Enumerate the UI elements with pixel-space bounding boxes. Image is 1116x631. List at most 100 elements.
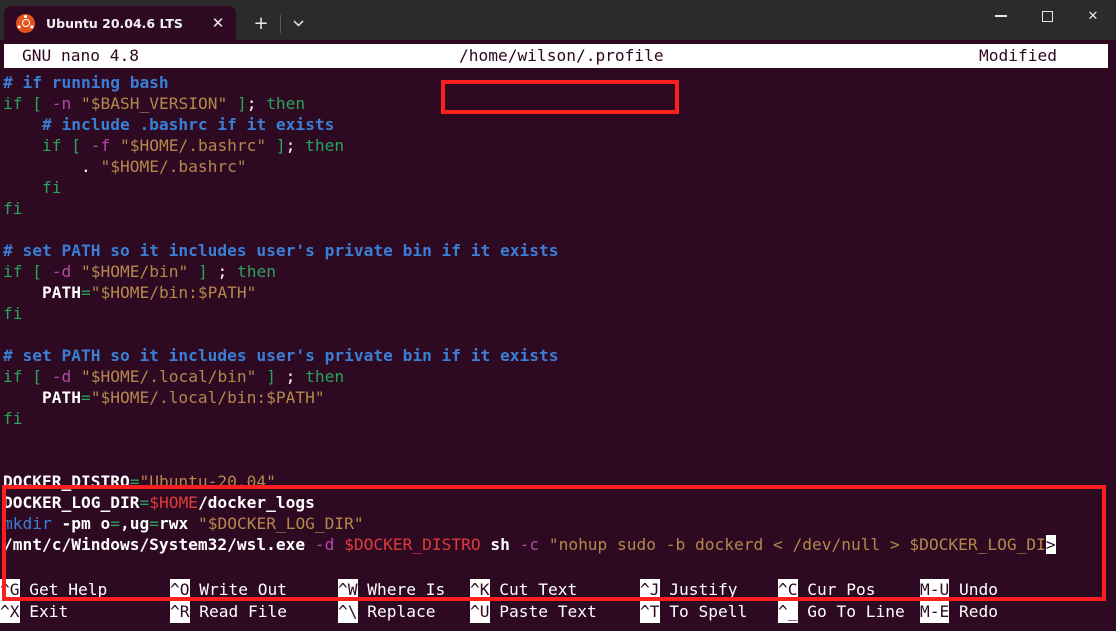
- shortcut-key: ^W: [338, 579, 358, 601]
- shortcut-item[interactable]: ^\ Replace: [338, 601, 435, 623]
- code-token: [: [32, 94, 42, 113]
- code-token: -n: [52, 94, 72, 113]
- editor-line: DOCKER_LOG_DIR=$HOME/docker_logs: [0, 492, 1116, 513]
- minimize-button[interactable]: [978, 0, 1024, 32]
- code-token: then: [266, 94, 305, 113]
- chevron-down-icon[interactable]: [285, 8, 311, 38]
- code-token: [110, 136, 120, 155]
- code-token: fi: [3, 304, 23, 323]
- code-token: o: [100, 514, 110, 533]
- shortcut-key: ^O: [170, 579, 190, 601]
- code-token: -d: [52, 262, 72, 281]
- code-token: [42, 367, 52, 386]
- editor-line: fi: [0, 198, 1116, 219]
- shortcut-key: M-E: [920, 601, 949, 623]
- code-token: [188, 262, 198, 281]
- code-token: .: [81, 157, 91, 176]
- code-token: =: [139, 493, 149, 512]
- code-token: [539, 535, 549, 554]
- shortcut-item[interactable]: ^O Write Out: [170, 579, 287, 601]
- code-token: -d: [315, 535, 335, 554]
- code-token: if: [3, 367, 23, 386]
- shortcut-item[interactable]: ^_ Go To Line: [778, 601, 905, 623]
- code-token: PATH: [42, 388, 81, 407]
- code-token: [3, 157, 81, 176]
- shortcut-item[interactable]: M-E Redo: [920, 601, 998, 623]
- editor-line: . "$HOME/.bashrc": [0, 156, 1116, 177]
- code-token: [71, 262, 81, 281]
- code-token: # include .bashrc if it exists: [3, 115, 334, 134]
- code-token: [3, 283, 42, 302]
- code-token: sh: [490, 535, 510, 554]
- code-token: [23, 262, 33, 281]
- code-token: [: [71, 136, 81, 155]
- window-controls: ✕: [978, 0, 1116, 40]
- shortcut-key: ^\: [338, 601, 358, 623]
- window-titlebar: Ubuntu 20.04.6 LTS ✕ + ✕: [0, 0, 1116, 40]
- editor-line: # set PATH so it includes user's private…: [0, 345, 1116, 366]
- code-token: ;: [208, 262, 237, 281]
- shortcut-item[interactable]: ^U Paste Text: [470, 601, 597, 623]
- code-token: -c: [520, 535, 540, 554]
- shortcut-label: Replace: [358, 601, 436, 623]
- shortcut-row-2: ^X Exit ^R Read File ^\ Replace ^U Paste Te…: [0, 601, 1116, 623]
- code-token: /mnt/c/Windows/System32/wsl.exe: [3, 535, 305, 554]
- code-token: then: [305, 136, 344, 155]
- code-token: "$BASH_VERSION": [81, 94, 227, 113]
- shortcut-item[interactable]: ^G Get Help: [0, 579, 107, 601]
- code-token: ]: [237, 94, 247, 113]
- code-token: # set PATH so it includes user's private…: [3, 346, 559, 365]
- code-token: [3, 178, 42, 197]
- close-window-button[interactable]: ✕: [1070, 0, 1116, 32]
- tab-divider: [280, 15, 281, 33]
- code-token: [3, 388, 42, 407]
- code-token: then: [237, 262, 276, 281]
- code-token: fi: [3, 409, 23, 428]
- editor-line: [0, 219, 1116, 240]
- shortcut-item[interactable]: ^T To Spell: [640, 601, 747, 623]
- code-token: ;: [286, 136, 306, 155]
- shortcut-label: Paste Text: [490, 601, 597, 623]
- shortcut-item[interactable]: ^R Read File: [170, 601, 287, 623]
- code-token: ;: [247, 94, 267, 113]
- code-token: [71, 367, 81, 386]
- terminal-tab-ubuntu[interactable]: Ubuntu 20.04.6 LTS ✕: [4, 6, 236, 40]
- maximize-button[interactable]: [1024, 0, 1070, 32]
- shortcut-item[interactable]: M-U Undo: [920, 579, 998, 601]
- code-token: fi: [42, 178, 62, 197]
- editor-line: fi: [0, 177, 1116, 198]
- shortcut-item[interactable]: ^X Exit: [0, 601, 68, 623]
- code-token: DOCKER_LOG_DIR: [3, 493, 139, 512]
- code-token: if: [3, 262, 23, 281]
- code-token: [81, 136, 91, 155]
- editor-line: if [ -f "$HOME/.bashrc" ]; then: [0, 135, 1116, 156]
- code-token: [23, 94, 33, 113]
- shortcut-item[interactable]: ^W Where Is: [338, 579, 445, 601]
- editor-line: if [ -d "$HOME/.local/bin" ] ; then: [0, 366, 1116, 387]
- code-token: [266, 136, 276, 155]
- close-tab-icon[interactable]: ✕: [204, 9, 232, 37]
- shortcut-item[interactable]: ^C Cur Pos: [778, 579, 875, 601]
- code-token: then: [305, 367, 344, 386]
- shortcut-row-1: ^G Get Help ^O Write Out ^W Where Is ^K Cut…: [0, 579, 1116, 601]
- code-token: # if running bash: [3, 73, 169, 92]
- shortcut-label: Redo: [949, 601, 998, 623]
- editor-line: /mnt/c/Windows/System32/wsl.exe -d $DOCK…: [0, 534, 1116, 555]
- code-token: PATH: [42, 283, 81, 302]
- terminal-body[interactable]: GNU nano 4.8 /home/wilson/.profile Modif…: [0, 40, 1116, 631]
- code-token: [334, 535, 344, 554]
- new-tab-icon[interactable]: +: [246, 8, 276, 38]
- shortcut-key: ^J: [640, 579, 660, 601]
- shortcut-key: M-U: [920, 579, 949, 601]
- code-token: if: [42, 136, 62, 155]
- code-token: # set PATH so it includes user's private…: [3, 241, 559, 260]
- shortcut-label: Get Help: [20, 579, 108, 601]
- code-token: "$DOCKER_LOG_DIR": [198, 514, 364, 533]
- shortcut-label: Cut Text: [490, 579, 578, 601]
- editor-content[interactable]: # if running bash if [ -n "$BASH_VERSION"…: [0, 72, 1116, 555]
- code-token: ug: [130, 514, 150, 533]
- code-token: ]: [266, 367, 276, 386]
- editor-line: [0, 450, 1116, 471]
- shortcut-item[interactable]: ^J Justify: [640, 579, 737, 601]
- shortcut-item[interactable]: ^K Cut Text: [470, 579, 577, 601]
